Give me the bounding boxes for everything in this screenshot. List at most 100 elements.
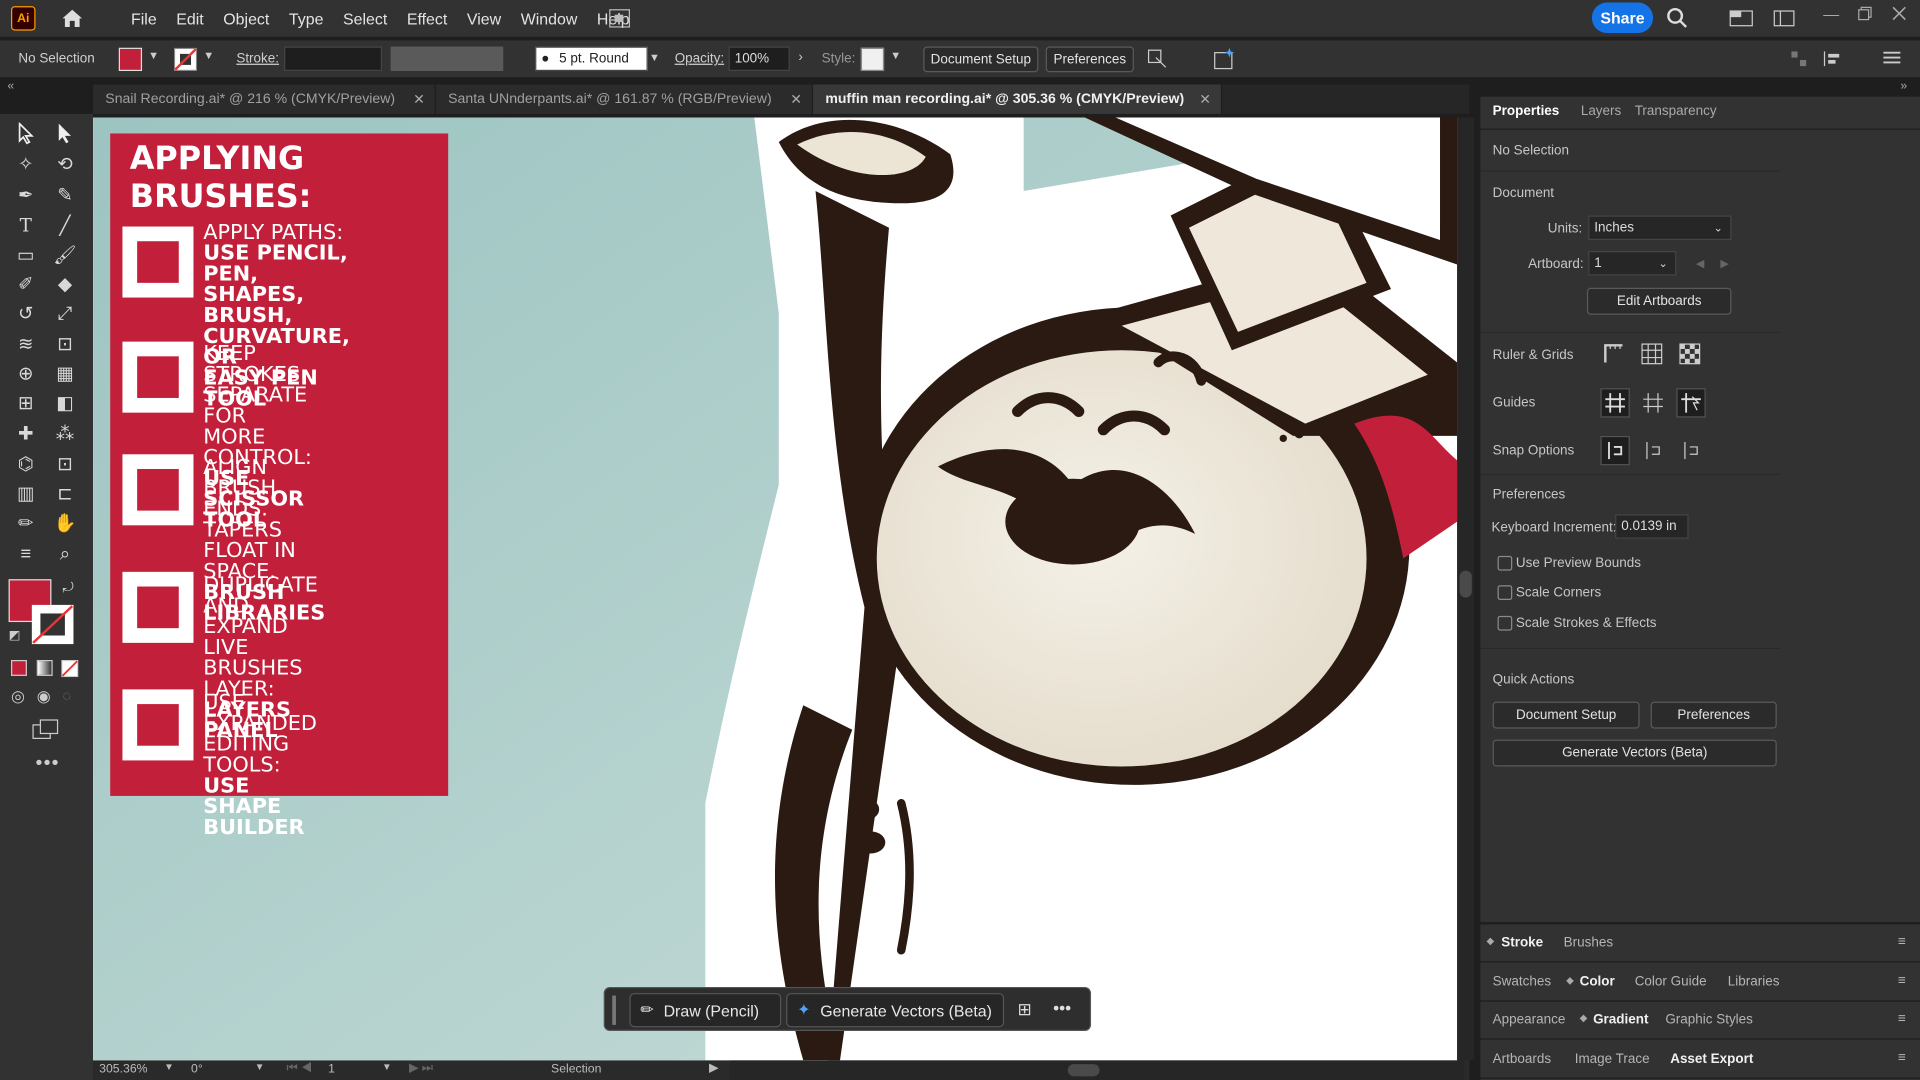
scale-strokes-checkbox[interactable] — [1497, 615, 1513, 631]
tab-graphic-styles[interactable]: Graphic Styles — [1665, 1013, 1753, 1028]
screen-mode-icon[interactable] — [32, 719, 59, 741]
snap-to-glyph-icon[interactable] — [1679, 438, 1703, 462]
menu-type[interactable]: Type — [279, 9, 333, 27]
ruler-icon[interactable] — [1603, 343, 1625, 365]
tab-stroke[interactable]: Stroke — [1501, 936, 1543, 951]
tab-artboards[interactable]: Artboards — [1493, 1052, 1551, 1067]
stroke-swatch[interactable] — [173, 47, 198, 72]
artboard-canvas[interactable]: APPLYING BRUSHES: APPLY PATHS: USE PENCIL,… — [93, 117, 1458, 1061]
swap-colors-icon[interactable]: ⤾ — [62, 580, 73, 596]
chevron-down-icon[interactable]: ▼ — [164, 1062, 174, 1073]
magic-wand-tool-icon[interactable]: ✧ — [11, 151, 40, 178]
generate-vectors-button[interactable]: ✦ Generate Vectors (Beta) — [786, 993, 1005, 1028]
more-options-icon[interactable]: ••• — [1053, 998, 1071, 1018]
use-preview-bounds-checkbox[interactable] — [1497, 555, 1513, 571]
chevron-down-icon[interactable]: ▼ — [255, 1062, 265, 1073]
brush-definition[interactable]: ● 5 pt. Round — [535, 46, 648, 72]
home-icon[interactable] — [60, 6, 84, 30]
arrange-icon[interactable] — [609, 7, 631, 29]
panel-menu-icon[interactable]: ≡ — [1898, 1011, 1906, 1026]
stroke-color-swatch[interactable] — [31, 604, 75, 646]
distribute-icon[interactable] — [1822, 50, 1842, 67]
search-icon[interactable] — [1667, 7, 1689, 29]
align-tool-icon[interactable]: ≡ — [11, 540, 40, 567]
chevron-down-icon[interactable]: ▼ — [382, 1062, 392, 1073]
last-artboard-icon[interactable]: ▶ ⏭ — [409, 1062, 433, 1075]
lock-guides-icon[interactable] — [1641, 391, 1665, 415]
tab-color[interactable]: Color — [1580, 975, 1615, 990]
warp-tool-icon[interactable]: ≋ — [11, 331, 40, 358]
qa-document-setup-button[interactable]: Document Setup — [1492, 701, 1640, 729]
next-artboard-icon[interactable]: ▶ — [1720, 257, 1728, 270]
artboard-tool-icon[interactable]: ⊡ — [50, 451, 79, 478]
pencil-tool-icon[interactable]: ✏ — [11, 509, 40, 536]
curvature-tool-icon[interactable]: ✎ — [50, 181, 79, 208]
share-button[interactable]: Share — [1591, 2, 1654, 34]
zoom-tool-icon[interactable]: ⌕ — [50, 540, 79, 567]
image-add-icon[interactable]: ⊞ — [1018, 999, 1032, 1020]
qa-preferences-button[interactable]: Preferences — [1650, 701, 1777, 729]
free-transform-tool-icon[interactable]: ⊡ — [50, 331, 79, 358]
tab-appearance[interactable]: Appearance — [1493, 1013, 1566, 1028]
chevron-down-icon[interactable]: ▼ — [148, 49, 159, 61]
status-menu-icon[interactable]: ▶ — [709, 1062, 718, 1075]
generate-vectors-icon[interactable] — [1212, 47, 1236, 71]
chevron-down-icon[interactable]: ▼ — [890, 49, 901, 61]
eraser-tool-icon[interactable]: ◆ — [50, 271, 79, 298]
color-mode-icon[interactable] — [11, 660, 27, 676]
drag-handle[interactable] — [612, 995, 616, 1025]
tab-asset-export[interactable]: Asset Export — [1670, 1052, 1753, 1067]
workspace-icon[interactable] — [1729, 10, 1753, 27]
minimize-button[interactable]: — — [1823, 5, 1839, 23]
preferences-button[interactable]: Preferences — [1045, 46, 1134, 73]
artboard-dropdown[interactable]: 1 ⌄ — [1588, 251, 1677, 276]
restore-icon[interactable] — [1858, 6, 1873, 21]
expand-icon[interactable]: ◆ — [1487, 936, 1495, 947]
graph-tool-icon[interactable]: ▥ — [11, 480, 40, 507]
expand-icon[interactable]: ◆ — [1580, 1013, 1588, 1024]
edit-artboards-button[interactable]: Edit Artboards — [1586, 287, 1732, 315]
tab-gradient[interactable]: Gradient — [1593, 1013, 1648, 1028]
tab-swatches[interactable]: Swatches — [1493, 975, 1551, 990]
expand-icon[interactable]: ◆ — [1566, 975, 1574, 986]
shape-builder-tool-icon[interactable]: ⊕ — [11, 360, 40, 387]
tab-image-trace[interactable]: Image Trace — [1575, 1052, 1650, 1067]
snap-to-pixel-icon[interactable] — [1641, 438, 1665, 462]
chevron-right-icon[interactable]: › — [798, 50, 802, 65]
draw-mode-icon[interactable]: ◎ — [11, 687, 25, 707]
eyedropper-tool-icon[interactable]: ✚ — [11, 420, 40, 447]
vertical-scrollbar[interactable] — [1457, 117, 1475, 1061]
menu-edit[interactable]: Edit — [166, 9, 213, 27]
rectangle-tool-icon[interactable]: ▭ — [11, 241, 40, 268]
document-setup-button[interactable]: Document Setup — [923, 46, 1039, 73]
close-icon[interactable]: ✕ — [790, 91, 802, 108]
gradient-mode-icon[interactable] — [36, 660, 53, 676]
tab-color-guide[interactable]: Color Guide — [1635, 975, 1707, 990]
rotation-angle[interactable]: 0° — [191, 1063, 203, 1076]
slice-tool-icon[interactable]: ⊏ — [50, 480, 79, 507]
grid-icon[interactable] — [1641, 343, 1663, 365]
shaper-tool-icon[interactable]: ✐ — [11, 271, 40, 298]
draw-pencil-button[interactable]: ✏ Draw (Pencil) — [629, 993, 782, 1028]
tab-properties[interactable]: Properties — [1493, 104, 1560, 119]
panel-menu-icon[interactable]: ≡ — [1898, 934, 1906, 949]
scroll-thumb[interactable] — [1459, 570, 1472, 598]
symbol-sprayer-tool-icon[interactable]: ⌬ — [11, 451, 40, 478]
mesh-tool-icon[interactable]: ⊞ — [11, 389, 40, 416]
tab-layers[interactable]: Layers — [1581, 104, 1621, 119]
stroke-weight-field[interactable] — [284, 46, 383, 72]
snap-to-point-icon[interactable] — [1600, 435, 1630, 466]
transparency-grid-icon[interactable] — [1679, 343, 1701, 365]
tab-libraries[interactable]: Libraries — [1728, 975, 1780, 990]
perspective-grid-tool-icon[interactable]: ▦ — [50, 360, 79, 387]
hand-tool-icon[interactable]: ✋ — [50, 509, 79, 536]
panel-menu-icon[interactable]: ≡ — [1898, 1051, 1906, 1066]
keyboard-increment-field[interactable]: 0.0139 in — [1615, 514, 1689, 539]
tab-transparency[interactable]: Transparency — [1635, 104, 1717, 119]
smart-guides-icon[interactable] — [1676, 388, 1706, 418]
gradient-tool-icon[interactable]: ◧ — [50, 389, 79, 416]
graphic-style-swatch[interactable] — [860, 47, 885, 72]
close-icon[interactable]: ✕ — [1199, 91, 1211, 108]
collapse-panels-icon[interactable]: » — [1900, 80, 1907, 93]
horizontal-scrollbar[interactable] — [729, 1060, 1465, 1080]
